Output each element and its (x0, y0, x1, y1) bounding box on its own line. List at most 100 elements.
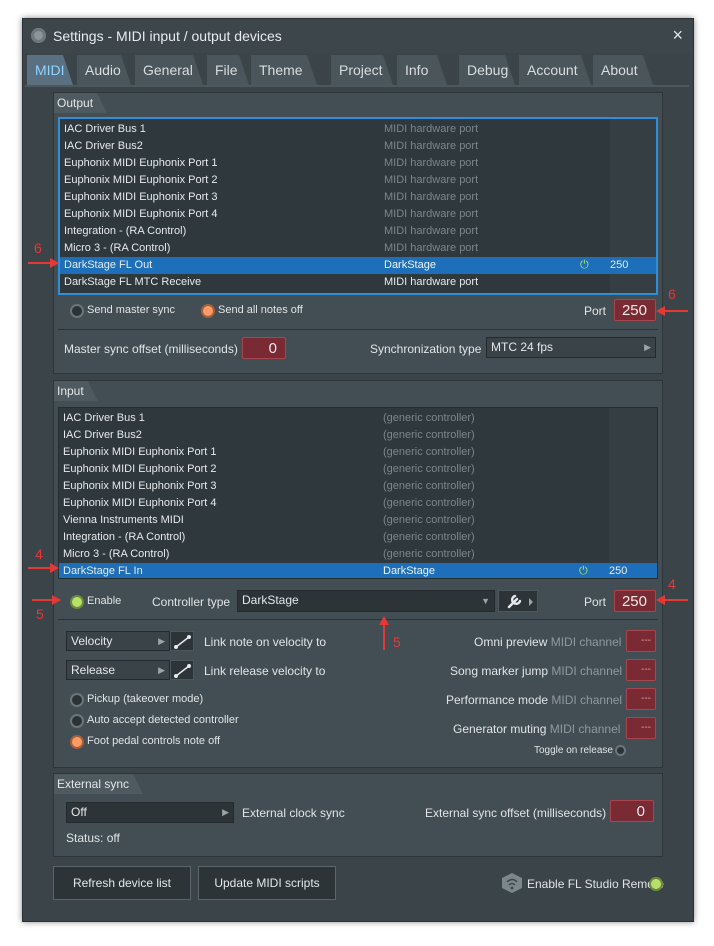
send-all-notes-off-radio[interactable] (201, 304, 215, 318)
sync-type-select[interactable]: MTC 24 fps ▶ (486, 337, 656, 358)
device-type: MIDI hardware port (384, 242, 479, 254)
device-row[interactable]: Micro 3 - (RA Control) (generic controlle… (59, 546, 657, 563)
output-separator (58, 329, 658, 330)
release-value: Release (71, 663, 116, 677)
device-type: (generic controller) (383, 548, 475, 560)
send-master-sync-label: Send master sync (87, 304, 176, 316)
device-name: Euphonix MIDI Euphonix Port 1 (63, 446, 217, 458)
device-type: (generic controller) (383, 497, 475, 509)
tab-general[interactable]: General (135, 55, 203, 85)
external-clock-value: Off (71, 805, 87, 819)
device-row[interactable]: Euphonix MIDI Euphonix Port 1 MIDI hardwa… (60, 155, 656, 172)
annotation-enable: 5 (36, 606, 44, 622)
annotation-arrow (28, 567, 52, 569)
pickup-radio[interactable] (70, 693, 84, 707)
device-name: Euphonix MIDI Euphonix Port 2 (63, 463, 217, 475)
performance-mode-channel-knob[interactable]: --- (626, 688, 656, 710)
device-row[interactable]: Euphonix MIDI Euphonix Port 4 MIDI hardwa… (60, 206, 656, 223)
device-row[interactable]: Integration - (RA Control) MIDI hardware … (60, 223, 656, 240)
device-type: MIDI hardware port (384, 276, 479, 288)
device-row[interactable]: Euphonix MIDI Euphonix Port 2 MIDI hardwa… (60, 172, 656, 189)
device-type: DarkStage (383, 565, 435, 577)
device-row[interactable]: IAC Driver Bus2 (generic controller) (59, 427, 657, 444)
tab-audio[interactable]: Audio (77, 55, 131, 85)
wrench-icon (507, 594, 533, 609)
device-row[interactable]: Euphonix MIDI Euphonix Port 1 (generic co… (59, 444, 657, 461)
external-sync-offset-knob[interactable]: 0 (610, 800, 654, 822)
tab-about[interactable]: About (593, 55, 653, 85)
toggle-on-release-radio[interactable] (615, 745, 626, 756)
update-midi-scripts-button[interactable]: Update MIDI scripts (198, 866, 336, 900)
device-row[interactable]: Euphonix MIDI Euphonix Port 2 (generic co… (59, 461, 657, 478)
device-type: MIDI hardware port (384, 157, 479, 169)
input-device-list[interactable]: IAC Driver Bus 1 (generic controller) IAC … (58, 407, 658, 579)
device-name: Euphonix MIDI Euphonix Port 2 (64, 174, 218, 186)
device-row[interactable]: DarkStage FL MTC Receive MIDI hardware po… (60, 274, 656, 291)
device-row[interactable]: Vienna Instruments MIDI (generic controll… (59, 512, 657, 529)
velocity-select[interactable]: Velocity ▶ (66, 631, 170, 651)
output-port-knob[interactable]: 250 (614, 299, 656, 321)
tab-info[interactable]: Info (397, 55, 447, 85)
device-row[interactable]: IAC Driver Bus2 MIDI hardware port (60, 138, 656, 155)
midi-channel-label: MIDI channel (550, 635, 622, 649)
toggle-on-release-label: Toggle on release (534, 745, 613, 756)
power-icon[interactable]: ⏻ (579, 563, 588, 578)
tab-theme[interactable]: Theme (251, 55, 317, 85)
tab-project[interactable]: Project (331, 55, 393, 85)
device-type: MIDI hardware port (384, 140, 479, 152)
device-name: Euphonix MIDI Euphonix Port 4 (64, 208, 218, 220)
release-link-button[interactable] (170, 660, 194, 680)
power-icon[interactable]: ⏻ (580, 257, 589, 274)
controller-type-value: DarkStage (242, 593, 299, 607)
device-name: Vienna Instruments MIDI (63, 514, 184, 526)
chevron-right-icon: ▶ (158, 636, 165, 646)
controller-settings-button[interactable] (498, 590, 538, 612)
device-type: MIDI hardware port (384, 174, 479, 186)
input-port-knob[interactable]: 250 (614, 590, 656, 612)
device-type: MIDI hardware port (384, 225, 479, 237)
release-select[interactable]: Release ▶ (66, 660, 170, 680)
refresh-device-list-button[interactable]: Refresh device list (53, 866, 191, 900)
close-icon[interactable]: × (672, 25, 683, 46)
device-type: MIDI hardware port (384, 123, 479, 135)
tab-account[interactable]: Account (519, 55, 591, 85)
controller-type-select[interactable]: DarkStage ▼ (237, 590, 495, 612)
device-row[interactable]: Euphonix MIDI Euphonix Port 4 (generic co… (59, 495, 657, 512)
input-port-label: Port (584, 595, 607, 609)
tab-debug[interactable]: Debug (459, 55, 515, 85)
device-row[interactable]: IAC Driver Bus 1 MIDI hardware port (60, 121, 656, 138)
device-name: Integration - (RA Control) (63, 531, 186, 543)
annotation-arrow (664, 599, 688, 601)
output-device-list[interactable]: IAC Driver Bus 1 MIDI hardware port IAC Dr… (58, 117, 658, 295)
device-name: Euphonix MIDI Euphonix Port 3 (63, 480, 217, 492)
external-clock-select[interactable]: Off ▶ (66, 802, 234, 823)
device-row[interactable]: DarkStage FL In DarkStage ⏻ 250 (59, 563, 657, 578)
enable-radio[interactable] (70, 595, 84, 609)
foot-pedal-radio[interactable] (70, 735, 84, 749)
device-row[interactable]: Euphonix MIDI Euphonix Port 3 MIDI hardwa… (60, 189, 656, 206)
enable-remote-radio[interactable] (649, 877, 663, 891)
omni-preview-channel-knob[interactable]: --- (626, 630, 656, 652)
device-row[interactable]: IAC Driver Bus 1 (generic controller) (59, 410, 657, 427)
auto-accept-radio[interactable] (70, 714, 84, 728)
remote-wifi-icon (501, 872, 523, 897)
device-type: (generic controller) (383, 429, 475, 441)
song-marker-jump-channel-knob[interactable]: --- (626, 659, 656, 681)
device-name: Micro 3 - (RA Control) (64, 242, 171, 254)
tab-midi[interactable]: MIDI (27, 55, 73, 85)
generator-muting-channel-knob[interactable]: --- (626, 717, 656, 739)
device-type: MIDI hardware port (384, 208, 479, 220)
song-marker-jump-label: Song marker jump (450, 664, 549, 678)
velocity-link-button[interactable] (170, 631, 194, 651)
device-row[interactable]: Euphonix MIDI Euphonix Port 3 (generic co… (59, 478, 657, 495)
send-master-sync-radio[interactable] (70, 304, 84, 318)
output-group: Output IAC Driver Bus 1 MIDI hardware por… (53, 92, 663, 374)
tab-file[interactable]: File (207, 55, 249, 85)
device-row[interactable]: DarkStage FL Out DarkStage ⏻ 250 (60, 257, 656, 274)
tab-strip-divider (25, 85, 689, 87)
release-link-label: Link release velocity to (204, 664, 326, 678)
device-row[interactable]: Micro 3 - (RA Control) MIDI hardware port (60, 240, 656, 257)
link-curve-icon (174, 635, 191, 649)
master-sync-offset-knob[interactable]: 0 (242, 337, 286, 359)
device-row[interactable]: Integration - (RA Control) (generic contr… (59, 529, 657, 546)
